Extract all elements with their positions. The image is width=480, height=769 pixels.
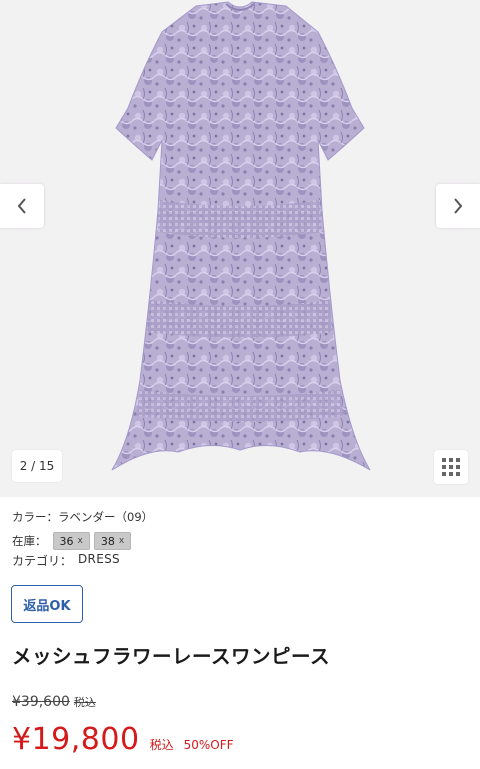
original-price: ¥39,600 税込 — [12, 694, 96, 710]
sale-price-amount: ¥19,800 — [12, 722, 140, 757]
size-chip-36[interactable]: 36 x — [52, 532, 90, 550]
sale-price: ¥19,800 税込 50%OFF — [12, 722, 234, 757]
size-label: 38 — [100, 534, 115, 548]
size-chip-38[interactable]: 38 x — [93, 532, 132, 550]
return-ok-badge[interactable]: 返品OK — [11, 585, 83, 623]
category-label: カテゴリ： — [12, 554, 73, 568]
category-value[interactable]: DRESS — [78, 552, 120, 569]
original-price-tax-label: 税込 — [73, 696, 96, 709]
sale-price-tax-label: 税込 — [149, 738, 174, 752]
discount-label: 50%OFF — [183, 738, 234, 752]
category-info: カテゴリ： DRESS — [12, 552, 120, 569]
product-photo — [0, 0, 480, 497]
chevron-right-icon — [454, 198, 463, 214]
next-image-button[interactable] — [436, 184, 480, 228]
product-title: メッシュフラワーレースワンピース — [12, 645, 331, 668]
color-info: カラー：ラベンダー（09） — [12, 510, 154, 524]
chevron-left-icon — [17, 198, 26, 214]
size-label: 36 — [59, 534, 74, 548]
stock-info: 在庫： 36 x 38 x — [12, 531, 135, 551]
product-image-gallery[interactable]: 2 / 15 — [0, 0, 480, 497]
image-counter: 2 / 15 — [12, 450, 62, 482]
out-of-stock-mark: x — [77, 536, 83, 546]
previous-image-button[interactable] — [0, 184, 44, 228]
original-price-amount: ¥39,600 — [12, 694, 70, 710]
grid-icon — [442, 458, 460, 476]
stock-label: 在庫： — [12, 534, 47, 548]
thumbnail-grid-button[interactable] — [434, 450, 468, 484]
out-of-stock-mark: x — [118, 536, 125, 546]
